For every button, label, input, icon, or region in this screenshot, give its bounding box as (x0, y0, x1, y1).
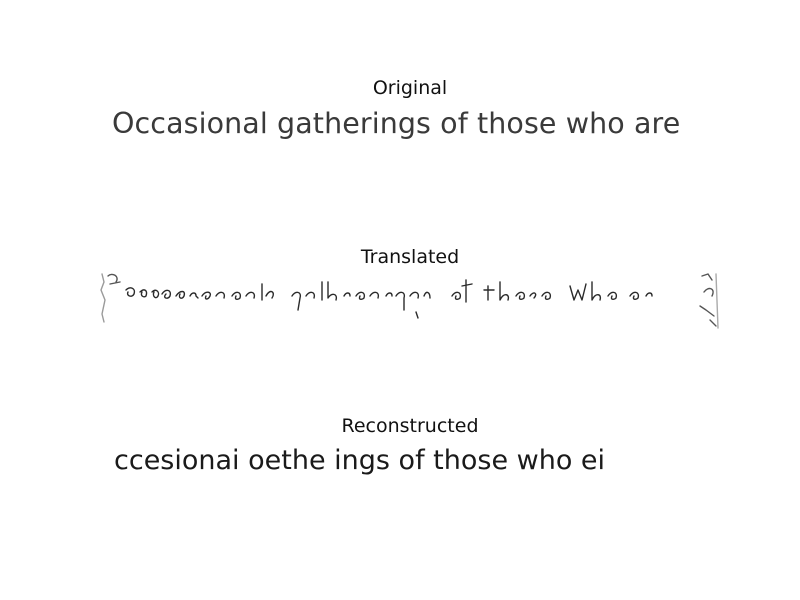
original-text-line: Occasional gatherings of those who are (112, 107, 681, 140)
translated-image (100, 270, 720, 332)
reconstructed-title: Reconstructed (341, 415, 479, 437)
handwriting-strip-graphic (100, 273, 719, 329)
reconstructed-panel: Reconstructed ccesionai oethe ings of th… (100, 415, 720, 495)
reconstructed-image: ccesionai oethe ings of those who ei (100, 439, 720, 481)
reconstructed-text-line: ccesionai oethe ings of those who ei (114, 445, 606, 476)
original-panel: Original Occasional gatherings of those … (100, 77, 720, 157)
original-title: Original (372, 77, 448, 99)
translated-panel: Translated (100, 246, 720, 346)
translated-title: Translated (360, 246, 460, 268)
original-image: Occasional gatherings of those who are (100, 103, 720, 143)
